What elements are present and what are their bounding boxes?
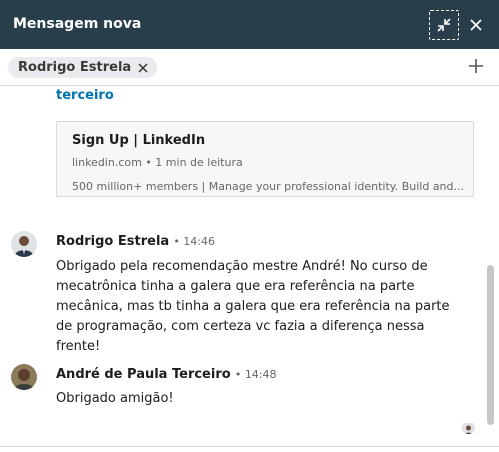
close-button[interactable] [464, 10, 488, 40]
remove-recipient-button[interactable] [138, 59, 148, 77]
recipient-bar: Rodrigo Estrela [0, 49, 499, 86]
message-link[interactable]: terceiro [56, 88, 114, 103]
close-icon [138, 62, 148, 73]
link-preview-description: 500 million+ members | Manage your profe… [72, 180, 464, 193]
message-header-line: André de Paula Terceiro • 14:48 [56, 367, 277, 382]
add-recipient-button[interactable] [466, 57, 486, 77]
divider [0, 446, 499, 447]
message-time: • 14:46 [173, 235, 215, 248]
message-header: Mensagem nova [0, 0, 499, 49]
message-text: Obrigado pela recomendação mestre André!… [56, 259, 450, 354]
link-preview-meta: linkedin.com • 1 min de leitura [72, 156, 243, 169]
sender-name[interactable]: André de Paula Terceiro [56, 367, 231, 382]
plus-icon [469, 59, 483, 73]
message-thread[interactable]: terceiro Sign Up | LinkedIn linkedin.com… [0, 86, 499, 446]
message-text: Obrigado amigão! [56, 391, 174, 406]
minimize-arrows-icon [437, 18, 451, 32]
header-title: Mensagem nova [13, 16, 142, 32]
link-preview-title: Sign Up | LinkedIn [72, 133, 206, 148]
message-time: • 14:48 [234, 368, 277, 381]
read-receipt-avatar [462, 421, 475, 434]
avatar[interactable] [11, 364, 37, 390]
avatar[interactable] [11, 231, 37, 257]
scrollbar[interactable] [487, 265, 494, 425]
close-icon [470, 19, 482, 31]
recipient-chip[interactable]: Rodrigo Estrela [8, 57, 158, 78]
sender-name[interactable]: Rodrigo Estrela [56, 234, 169, 249]
recipient-name: Rodrigo Estrela [18, 60, 132, 75]
message-header-line: Rodrigo Estrela • 14:46 [56, 234, 215, 249]
link-preview-card[interactable]: Sign Up | LinkedIn linkedin.com • 1 min … [56, 121, 474, 197]
minimize-button[interactable] [429, 10, 459, 40]
